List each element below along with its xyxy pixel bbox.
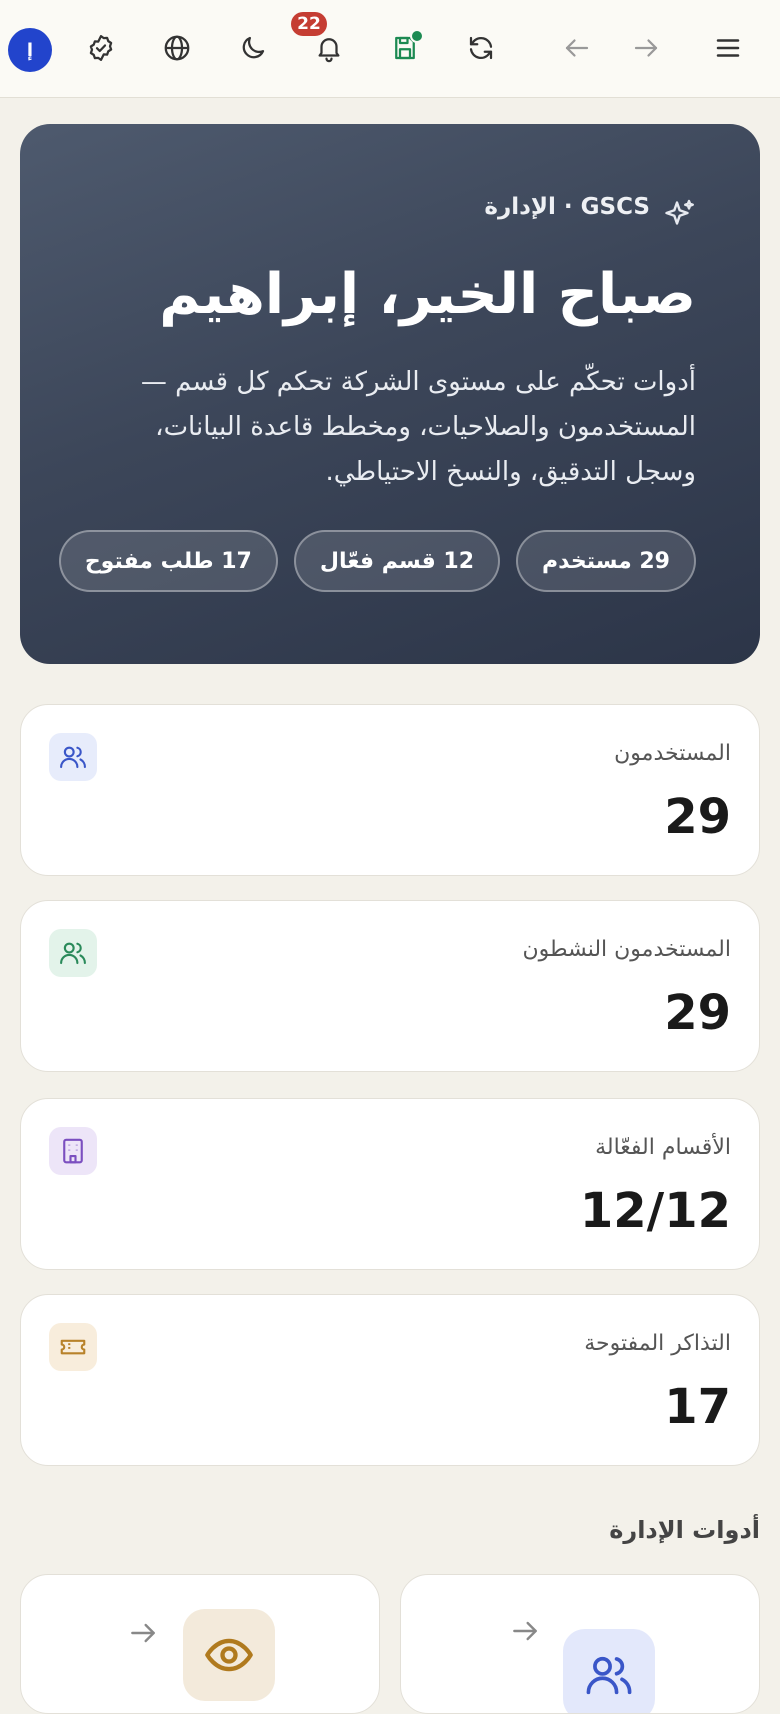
stat-label: الأقسام الفعّالة bbox=[595, 1135, 731, 1160]
avatar-initials: إ bbox=[26, 39, 34, 61]
stat-value: 17 bbox=[664, 1379, 731, 1435]
ticket-icon bbox=[49, 1323, 97, 1371]
arrow-icon bbox=[131, 1623, 155, 1643]
page-title: صباح الخير، إبراهيم bbox=[159, 262, 696, 327]
check-badge-icon[interactable] bbox=[79, 26, 123, 70]
chip-departments[interactable]: 12 قسم فعّال bbox=[293, 530, 501, 592]
users-icon bbox=[49, 929, 97, 977]
stat-value: 12/12 bbox=[579, 1183, 731, 1239]
refresh-icon[interactable] bbox=[459, 26, 503, 70]
stat-value: 29 bbox=[664, 789, 731, 845]
back-icon[interactable] bbox=[555, 26, 599, 70]
top-bar: إ 22 bbox=[0, 0, 780, 98]
moon-icon[interactable] bbox=[231, 26, 275, 70]
building-icon bbox=[49, 1127, 97, 1175]
eye-icon bbox=[183, 1609, 275, 1701]
section-title-admin-tools: أدوات الإدارة bbox=[609, 1516, 760, 1544]
hero-tag: GSCS · الإدارة bbox=[484, 194, 650, 220]
arrow-icon bbox=[513, 1621, 537, 1641]
tool-card-users[interactable] bbox=[400, 1574, 760, 1714]
welcome-hero-card: GSCS · الإدارة صباح الخير، إبراهيم أدوات… bbox=[20, 124, 760, 664]
tool-card-audit[interactable] bbox=[20, 1574, 380, 1714]
stat-label: التذاكر المفتوحة bbox=[584, 1331, 731, 1356]
globe-icon[interactable] bbox=[155, 26, 199, 70]
stat-label: المستخدمون bbox=[614, 741, 731, 766]
hero-chips: 29 مستخدم 12 قسم فعّال 17 طلب مفتوح bbox=[58, 530, 696, 592]
users-icon bbox=[563, 1629, 655, 1713]
stat-value: 29 bbox=[664, 985, 731, 1041]
stat-card-users[interactable]: المستخدمون 29 bbox=[20, 704, 760, 876]
stat-card-active-departments[interactable]: الأقسام الفعّالة 12/12 bbox=[20, 1098, 760, 1270]
hero-description: أدوات تحكّم على مستوى الشركة تحكم كل قسم… bbox=[140, 367, 696, 487]
stat-card-active-users[interactable]: المستخدمون النشطون 29 bbox=[20, 900, 760, 1072]
menu-icon[interactable] bbox=[706, 26, 750, 70]
users-icon bbox=[49, 733, 97, 781]
chip-users[interactable]: 29 مستخدم bbox=[516, 530, 696, 592]
avatar[interactable]: إ bbox=[8, 28, 52, 72]
sync-status-dot bbox=[410, 29, 424, 43]
sparkle-icon bbox=[665, 199, 694, 225]
chip-open-requests[interactable]: 17 طلب مفتوح bbox=[58, 530, 278, 592]
stat-card-open-tickets[interactable]: التذاكر المفتوحة 17 bbox=[20, 1294, 760, 1466]
forward-icon[interactable] bbox=[624, 26, 668, 70]
notification-badge: 22 bbox=[291, 12, 327, 36]
stat-label: المستخدمون النشطون bbox=[522, 937, 732, 962]
